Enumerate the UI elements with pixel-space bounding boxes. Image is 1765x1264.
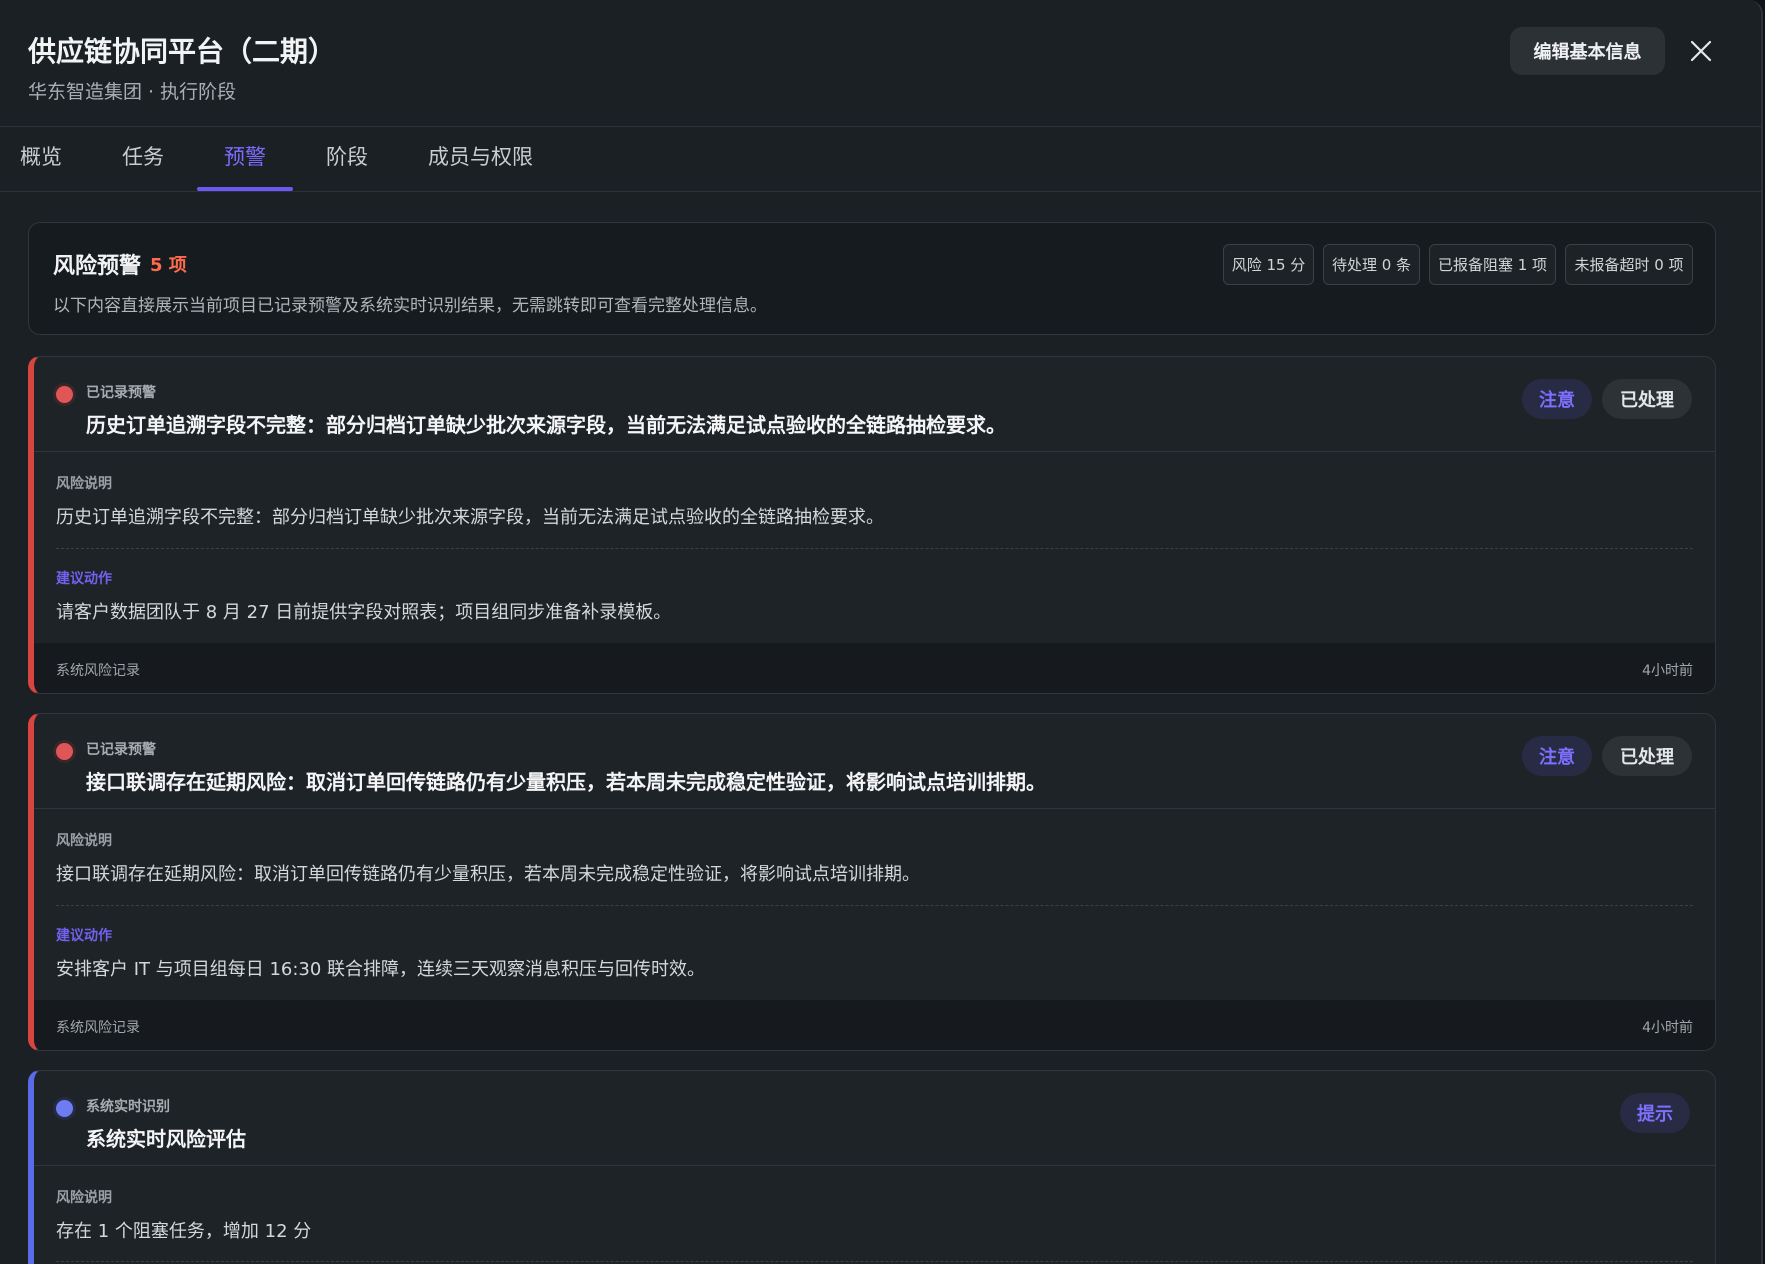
stat-reported-blocked: 已报备阻塞 1 项 [1429, 244, 1556, 285]
alert-dot-icon [56, 386, 73, 403]
level-badge: 注意 [1522, 379, 1592, 419]
level-badge: 提示 [1620, 1093, 1690, 1133]
alert-card-header: 已记录预警 历史订单追溯字段不完整：部分归档订单缺少批次来源字段，当前无法满足试… [34, 357, 1715, 452]
alert-card-footer: 系统风险记录 4小时前 [34, 1000, 1715, 1050]
risk-text: 历史订单追溯字段不完整：部分归档订单缺少批次来源字段，当前无法满足试点验收的全链… [56, 507, 884, 528]
action-text: 请客户数据团队于 8 月 27 日前提供字段对照表；项目组同步准备补录模板。 [56, 602, 672, 623]
risk-summary: 风险预警 5 项 以下内容直接展示当前项目已记录预警及系统实时识别结果，无需跳转… [28, 222, 1716, 335]
alert-source: 系统实时识别 [86, 1099, 170, 1115]
alert-title: 历史订单追溯字段不完整：部分归档订单缺少批次来源字段，当前无法满足试点验收的全链… [86, 413, 1006, 437]
action-label: 建议动作 [56, 571, 112, 587]
tab-tasks[interactable]: 任务 [122, 141, 164, 171]
risk-text: 存在 1 个阻塞任务，增加 12 分 [56, 1221, 312, 1242]
stat-pending: 待处理 0 条 [1323, 244, 1420, 285]
summary-title: 风险预警 [53, 254, 142, 279]
page-title: 供应链协同平台（二期） [28, 35, 337, 68]
alert-source: 已记录预警 [86, 385, 156, 401]
alert-card-header: 系统实时识别 系统实时风险评估 提示 [34, 1071, 1715, 1166]
alert-card: 系统实时识别 系统实时风险评估 提示 风险说明 存在 1 个阻塞任务，增加 12… [28, 1070, 1716, 1264]
close-icon [1690, 40, 1712, 62]
alert-dot-icon [56, 1100, 73, 1117]
section-divider [56, 905, 1693, 906]
footer-time: 4小时前 [1642, 663, 1693, 679]
edit-basic-info-button[interactable]: 编辑基本信息 [1510, 27, 1665, 75]
summary-description: 以下内容直接展示当前项目已记录预警及系统实时识别结果，无需跳转即可查看完整处理信… [53, 296, 767, 316]
project-detail-panel: 供应链协同平台（二期） 华东智造集团 · 执行阶段 编辑基本信息 概览 任务 预… [0, 0, 1763, 1264]
active-tab-indicator [197, 187, 293, 191]
panel-header: 供应链协同平台（二期） 华东智造集团 · 执行阶段 编辑基本信息 [0, 0, 1761, 127]
tab-alerts[interactable]: 预警 [224, 141, 266, 171]
stat-risk-score: 风险 15 分 [1223, 244, 1314, 285]
alert-card-footer: 系统风险记录 4小时前 [34, 643, 1715, 693]
alert-card-header: 已记录预警 接口联调存在延期风险：取消订单回传链路仍有少量积压，若本周未完成稳定… [34, 714, 1715, 809]
status-button[interactable]: 已处理 [1602, 736, 1692, 776]
action-label: 建议动作 [56, 928, 112, 944]
alert-title: 接口联调存在延期风险：取消订单回传链路仍有少量积压，若本周未完成稳定性验证，将影… [86, 770, 1046, 794]
alert-card: 已记录预警 接口联调存在延期风险：取消订单回传链路仍有少量积压，若本周未完成稳定… [28, 713, 1716, 1051]
tab-stages[interactable]: 阶段 [326, 141, 368, 171]
footer-time: 4小时前 [1642, 1020, 1693, 1036]
risk-label: 风险说明 [56, 833, 112, 849]
alert-card: 已记录预警 历史订单追溯字段不完整：部分归档订单缺少批次来源字段，当前无法满足试… [28, 356, 1716, 694]
risk-label: 风险说明 [56, 1190, 112, 1206]
level-badge: 注意 [1522, 736, 1592, 776]
risk-label: 风险说明 [56, 476, 112, 492]
alert-source: 已记录预警 [86, 742, 156, 758]
tab-bar: 概览 任务 预警 阶段 成员与权限 [0, 127, 1761, 192]
alert-title: 系统实时风险评估 [86, 1127, 246, 1151]
risk-text: 接口联调存在延期风险：取消订单回传链路仍有少量积压，若本周未完成稳定性验证，将影… [56, 864, 920, 885]
summary-count: 5 项 [150, 255, 187, 276]
footer-source: 系统风险记录 [56, 1020, 140, 1036]
section-divider [56, 548, 1693, 549]
action-text: 安排客户 IT 与项目组每日 16:30 联合排障，连续三天观察消息积压与回传时… [56, 959, 706, 980]
alert-dot-icon [56, 743, 73, 760]
footer-source: 系统风险记录 [56, 663, 140, 679]
tab-members[interactable]: 成员与权限 [428, 141, 533, 171]
stat-unreported-overdue: 未报备超时 0 项 [1565, 244, 1693, 285]
close-button[interactable] [1686, 36, 1716, 66]
page-subtitle: 华东智造集团 · 执行阶段 [28, 81, 237, 103]
section-divider [56, 1261, 1693, 1262]
status-button[interactable]: 已处理 [1602, 379, 1692, 419]
tab-overview[interactable]: 概览 [20, 141, 62, 171]
